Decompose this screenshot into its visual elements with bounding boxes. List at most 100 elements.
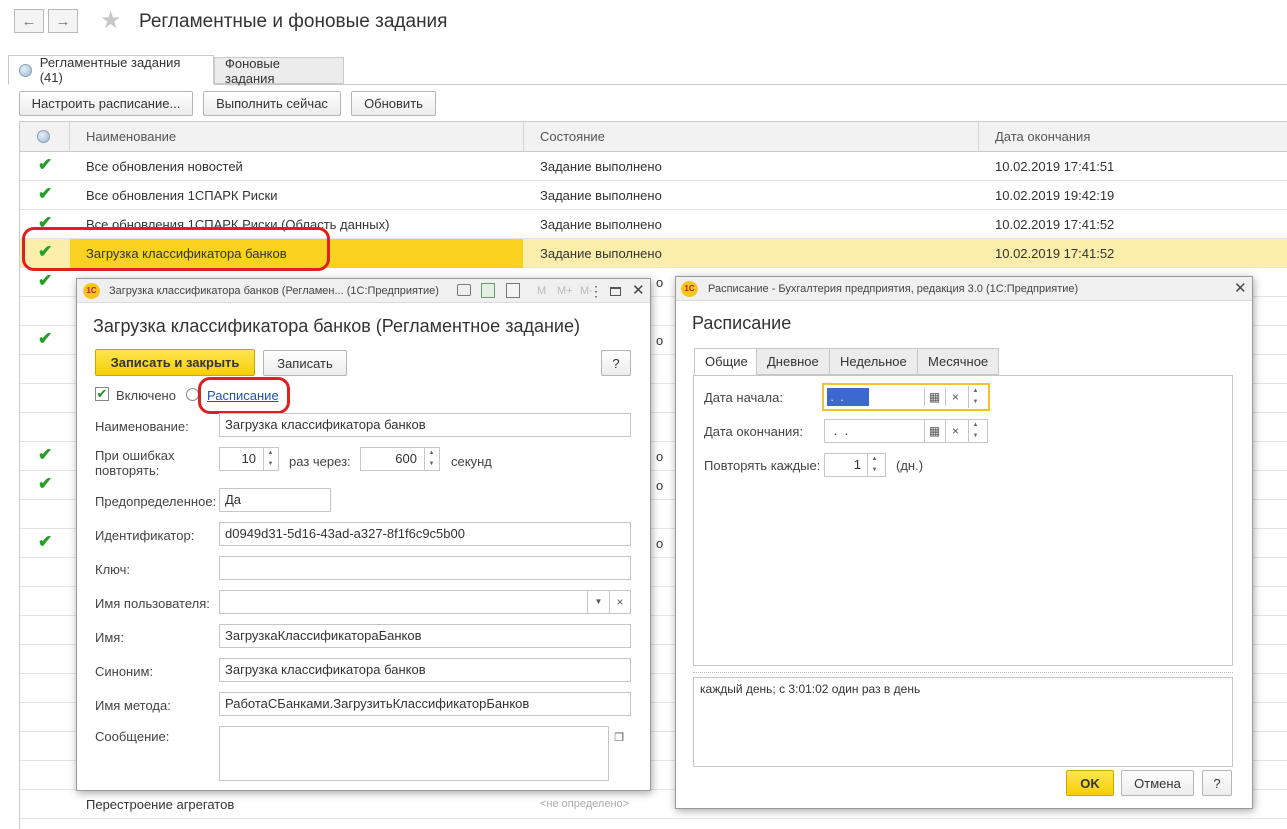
clear-x-icon[interactable]: × — [609, 591, 630, 613]
row-state-partial: о — [656, 478, 664, 493]
favorite-star-icon[interactable]: ★ — [100, 8, 122, 34]
enabled-checkbox[interactable]: ✔ — [95, 387, 109, 401]
key-field[interactable] — [219, 556, 631, 580]
synonym-field[interactable]: Загрузка классификатора банков — [219, 658, 631, 682]
status-column-header[interactable] — [20, 122, 70, 151]
table-row[interactable]: ✔ Все обновления 1СПАРК Риски Задание вы… — [20, 181, 1287, 210]
calculator-icon[interactable] — [481, 283, 495, 298]
calendar-icon[interactable] — [506, 283, 520, 298]
identifier-label: Идентификатор: — [95, 528, 195, 543]
name-field[interactable]: Загрузка классификатора банков — [219, 413, 631, 437]
configure-schedule-button[interactable]: Настроить расписание... — [19, 91, 193, 116]
retry-count-spinner[interactable]: ▲ ▼ — [263, 448, 277, 470]
row-date: 10.02.2019 17:41:51 — [995, 159, 1115, 174]
iname-field[interactable]: ЗагрузкаКлассификатораБанков — [219, 624, 631, 648]
start-date-field[interactable]: . . ▦ × ▲ ▼ — [822, 383, 990, 411]
globe-icon — [19, 63, 32, 77]
schedule-dialog: 1C Расписание - Бухгалтерия предприятия,… — [675, 276, 1253, 809]
schedule-summary: каждый день; с 3:01:02 один раз в день — [693, 677, 1233, 767]
row-state: Задание выполнено — [540, 217, 662, 232]
seconds-label: секунд — [451, 454, 492, 469]
print-icon[interactable] — [457, 284, 471, 296]
help-button[interactable]: ? — [601, 350, 631, 376]
row-name: Все обновления 1СПАРК Риски — [86, 188, 278, 203]
row-state: Задание выполнено — [540, 188, 662, 203]
row-state: Задание выполнено — [540, 159, 662, 174]
checkmark-icon: ✔ — [38, 184, 53, 203]
tab-label: Регламентные задания (41) — [39, 55, 181, 85]
table-row[interactable]: ✔ Все обновления новостей Задание выполн… — [20, 152, 1287, 181]
dropdown-arrow-icon[interactable]: ▼ — [587, 591, 609, 613]
save-and-close-button[interactable]: Записать и закрыть — [95, 349, 255, 376]
message-label: Сообщение: — [95, 729, 170, 744]
close-icon[interactable]: ✕ — [632, 279, 645, 303]
checkmark-icon: ✔ — [38, 474, 53, 493]
times-label: раз через: — [289, 454, 351, 469]
tab-general[interactable]: Общие — [694, 348, 759, 375]
message-textarea[interactable] — [219, 726, 609, 781]
end-date-spinner[interactable]: ▲ ▼ — [968, 420, 982, 442]
calendar-icon[interactable]: ▦ — [924, 420, 944, 442]
schedule-dialog-titlebar: 1C Расписание - Бухгалтерия предприятия,… — [676, 277, 1252, 301]
user-field[interactable] — [219, 590, 631, 614]
job-dialog-titlebar: 1C Загрузка классификатора банков (Регла… — [77, 279, 650, 303]
cancel-button[interactable]: Отмена — [1121, 770, 1194, 796]
clear-x-icon[interactable]: × — [945, 388, 965, 406]
menu-dots-icon[interactable]: ⋮ — [589, 279, 603, 303]
help-button[interactable]: ? — [1202, 770, 1232, 796]
tab-background-jobs[interactable]: Фоновые задания — [214, 56, 344, 86]
name-label: Наименование: — [95, 419, 189, 434]
close-icon[interactable]: ✕ — [1234, 277, 1247, 301]
memory-m-icon: M — [537, 285, 547, 297]
row-date: 10.02.2019 17:41:52 — [995, 246, 1115, 261]
tab-monthly[interactable]: Месячное — [917, 348, 1000, 375]
open-window-icon[interactable]: ❐ — [609, 728, 629, 748]
column-header-date[interactable]: Дата окончания — [979, 122, 1287, 151]
checkmark-icon: ✔ — [38, 271, 53, 290]
save-button[interactable]: Записать — [263, 350, 347, 376]
tab-weekly[interactable]: Недельное — [829, 348, 918, 375]
start-date-label: Дата начала: — [704, 390, 783, 405]
row-state: Задание выполнено — [540, 246, 662, 261]
back-button[interactable]: ← — [14, 9, 44, 33]
splitter[interactable] — [693, 672, 1233, 673]
back-arrow-icon: ← — [21, 12, 37, 30]
maximize-icon[interactable] — [610, 287, 621, 296]
job-dialog: 1C Загрузка классификатора банков (Регла… — [76, 278, 651, 791]
job-dialog-heading: Загрузка классификатора банков (Регламен… — [93, 316, 580, 336]
refresh-button[interactable]: Обновить — [351, 91, 436, 116]
retry-interval-spinner[interactable]: ▲ ▼ — [424, 448, 438, 470]
row-state-partial: о — [656, 536, 664, 551]
identifier-field[interactable]: d0949d31-5d16-43ad-a327-8f1f6c9c5b00 — [219, 522, 631, 546]
tab-daily[interactable]: Дневное — [756, 348, 830, 375]
checkmark-icon: ✔ — [38, 329, 53, 348]
row-state: <не определено> — [540, 798, 630, 810]
row-state-partial: о — [656, 449, 664, 464]
predefined-field: Да — [219, 488, 331, 512]
checkmark-icon: ✔ — [38, 532, 53, 551]
row-date: 10.02.2019 19:42:19 — [995, 188, 1115, 203]
ok-button[interactable]: OK — [1066, 770, 1114, 796]
table-header: Наименование Состояние Дата окончания — [20, 121, 1287, 152]
start-date-spinner[interactable]: ▲ ▼ — [968, 386, 982, 408]
checkmark-icon: ✔ — [38, 445, 53, 464]
method-field[interactable]: РаботаСБанками.ЗагрузитьКлассификаторБан… — [219, 692, 631, 716]
forward-button[interactable]: → — [48, 9, 78, 33]
1c-logo-icon: 1C — [83, 283, 100, 299]
tab-scheduled-jobs[interactable]: Регламентные задания (41) — [8, 55, 214, 85]
key-label: Ключ: — [95, 562, 131, 577]
schedule-heading: Расписание — [692, 313, 792, 333]
repeat-spinner[interactable]: ▲ ▼ — [867, 454, 881, 476]
end-date-label: Дата окончания: — [704, 424, 803, 439]
page-title: Регламентные и фоновые задания — [139, 11, 448, 32]
calendar-icon[interactable]: ▦ — [924, 388, 944, 406]
forward-arrow-icon: → — [55, 12, 71, 30]
row-name: Все обновления новостей — [86, 159, 243, 174]
column-header-state[interactable]: Состояние — [524, 122, 979, 151]
general-tab-panel: Дата начала: . . ▦ × ▲ ▼ Дата окончания: … — [693, 375, 1233, 666]
column-header-name[interactable]: Наименование — [70, 122, 524, 151]
schedule-dialog-title: Расписание - Бухгалтерия предприятия, ре… — [708, 283, 1079, 295]
start-date-value: . . — [827, 388, 869, 406]
run-now-button[interactable]: Выполнить сейчас — [203, 91, 341, 116]
clear-x-icon[interactable]: × — [945, 420, 965, 442]
